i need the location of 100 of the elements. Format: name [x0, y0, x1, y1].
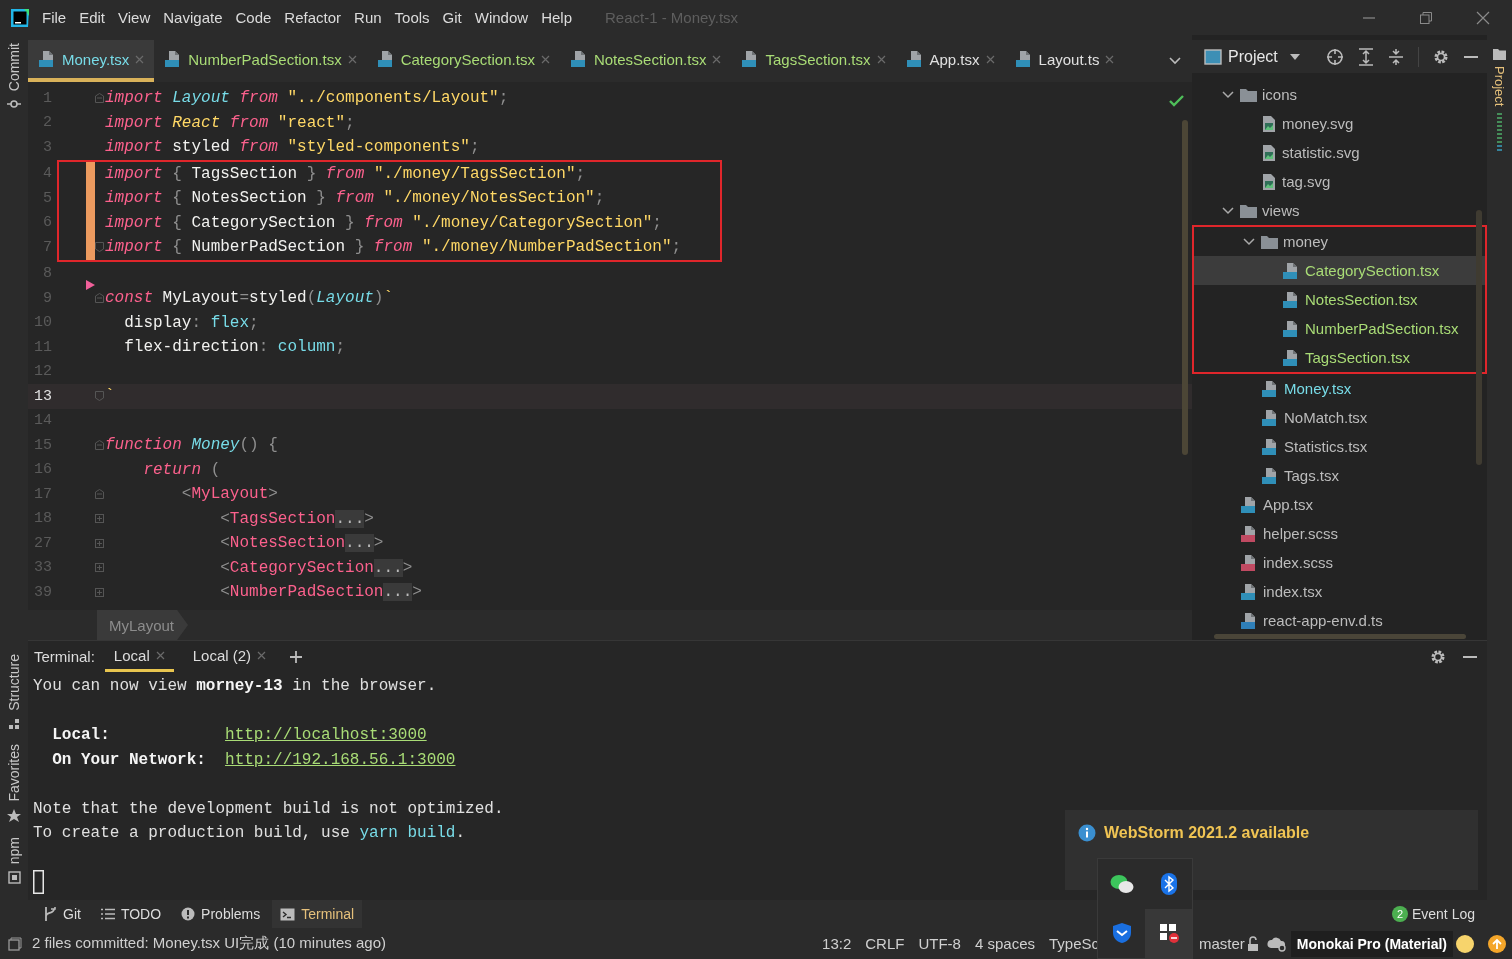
terminal-tab[interactable]: Local: [104, 641, 174, 672]
menu-item[interactable]: Navigate: [163, 9, 223, 26]
panel-toggle-icon[interactable]: [8, 936, 22, 951]
close-icon[interactable]: [257, 650, 267, 660]
tree-item[interactable]: NumberPadSection.tsx: [1194, 314, 1485, 343]
tree-item[interactable]: TagsSection.tsx: [1194, 343, 1485, 372]
close-icon[interactable]: [1476, 10, 1490, 25]
editor-tab[interactable]: Money.tsx: [28, 40, 155, 82]
chevron-down-icon[interactable]: [1222, 206, 1234, 215]
lock-icon[interactable]: [1246, 935, 1261, 952]
menu-item[interactable]: View: [118, 9, 151, 26]
fold-icon[interactable]: [95, 563, 104, 573]
terminal-tab[interactable]: Local (2): [183, 641, 276, 672]
menu-item[interactable]: Refactor: [284, 9, 342, 26]
scrollbar-thumb[interactable]: [1476, 210, 1482, 465]
status-item[interactable]: TypeSc: [1049, 935, 1099, 952]
close-icon[interactable]: [540, 54, 550, 64]
fold-icon[interactable]: [95, 293, 104, 304]
chevron-down-icon[interactable]: [1243, 237, 1255, 246]
status-item[interactable]: 13:2: [822, 935, 852, 952]
tree-item[interactable]: Tags.tsx: [1192, 461, 1484, 490]
tree-item[interactable]: index.scss: [1192, 548, 1484, 577]
upload-icon[interactable]: [1488, 934, 1506, 953]
menu-item[interactable]: Git: [442, 9, 462, 26]
close-icon[interactable]: [985, 54, 995, 64]
fold-icon[interactable]: [95, 538, 104, 548]
theme-label[interactable]: Monokai Pro (Material): [1290, 930, 1453, 957]
scrollbar-thumb[interactable]: [1182, 120, 1188, 455]
tool-window-button[interactable]: Git: [36, 900, 89, 928]
tree-item[interactable]: icons: [1192, 80, 1484, 109]
menu-item[interactable]: Code: [235, 9, 272, 26]
chat-bubbles-icon[interactable]: [1109, 873, 1134, 894]
tree-item[interactable]: NoMatch.tsx: [1192, 403, 1484, 432]
editor-tab[interactable]: App.tsx: [895, 40, 1005, 82]
tool-window-tab[interactable]: npm: [6, 836, 22, 864]
chevron-down-icon[interactable]: [1168, 56, 1182, 66]
editor-tab[interactable]: CategorySection.tsx: [366, 40, 560, 82]
event-log-button[interactable]: 2 Event Log: [1391, 900, 1487, 928]
tree-item[interactable]: react-app-env.d.ts: [1192, 606, 1484, 635]
tree-item[interactable]: views: [1192, 196, 1484, 225]
bluetooth-icon[interactable]: [1160, 872, 1177, 895]
close-icon[interactable]: [135, 54, 145, 64]
scrollbar-thumb[interactable]: [1214, 634, 1466, 639]
expand-all-icon[interactable]: [1358, 47, 1374, 66]
menu-item[interactable]: Window: [474, 9, 529, 26]
fold-icon[interactable]: [95, 587, 104, 597]
fold-icon[interactable]: [95, 440, 104, 451]
menu-item[interactable]: Edit: [79, 9, 106, 26]
close-icon[interactable]: [876, 54, 886, 64]
tree-item[interactable]: money: [1194, 227, 1485, 256]
fold-icon[interactable]: [95, 514, 104, 524]
close-icon[interactable]: [1105, 54, 1115, 64]
tree-item[interactable]: CategorySection.tsx: [1194, 256, 1485, 285]
fold-icon[interactable]: [95, 242, 104, 253]
fold-icon[interactable]: [95, 489, 104, 500]
tool-window-tab[interactable]: Project: [1492, 66, 1507, 107]
menu-item[interactable]: File: [42, 9, 67, 26]
collapse-all-icon[interactable]: [1388, 47, 1404, 66]
tree-item[interactable]: Money.tsx: [1192, 374, 1484, 403]
locate-icon[interactable]: [1326, 47, 1344, 66]
editor-tab[interactable]: NumberPadSection.tsx: [154, 40, 367, 82]
tree-item[interactable]: money.svg: [1192, 109, 1484, 138]
status-item[interactable]: 4 spaces: [974, 935, 1035, 952]
branch-label[interactable]: master: [1199, 935, 1245, 952]
panel-title[interactable]: Project: [1228, 47, 1278, 66]
restore-icon[interactable]: [1419, 10, 1433, 25]
editor-tab[interactable]: NotesSection.tsx: [559, 40, 732, 82]
tool-window-tab[interactable]: Commit: [6, 43, 22, 92]
close-icon[interactable]: [155, 650, 165, 660]
fold-icon[interactable]: [95, 93, 104, 104]
tree-item[interactable]: App.tsx: [1192, 490, 1484, 519]
cloud-icon[interactable]: [1266, 935, 1287, 952]
status-item[interactable]: CRLF: [865, 935, 905, 952]
tree-item[interactable]: helper.scss: [1192, 519, 1484, 548]
tool-window-tab[interactable]: Favorites: [6, 744, 22, 802]
tree-item[interactable]: Statistics.tsx: [1192, 432, 1484, 461]
chevron-down-icon[interactable]: [1222, 90, 1234, 99]
status-item[interactable]: UTF-8: [918, 935, 961, 952]
add-icon[interactable]: [289, 649, 304, 664]
close-icon[interactable]: [347, 54, 357, 64]
app-grid-icon[interactable]: [1157, 922, 1180, 945]
close-icon[interactable]: [712, 54, 722, 64]
settings-icon[interactable]: [1433, 48, 1449, 65]
menu-item[interactable]: Help: [541, 9, 572, 26]
tree-item[interactable]: index.tsx: [1192, 577, 1484, 606]
tool-window-tab[interactable]: Structure: [6, 654, 22, 712]
editor-tab[interactable]: TagsSection.tsx: [731, 40, 896, 82]
dropdown-caret-icon[interactable]: [1289, 53, 1300, 60]
tree-item[interactable]: statistic.svg: [1192, 138, 1484, 167]
tree-item[interactable]: NotesSection.tsx: [1194, 285, 1485, 314]
tool-window-button[interactable]: TODO: [92, 900, 170, 928]
settings-icon[interactable]: [1430, 648, 1446, 665]
tool-window-button[interactable]: Terminal: [272, 900, 363, 928]
menu-item[interactable]: Run: [354, 9, 382, 26]
terminal-link[interactable]: http://192.168.56.1:3000: [225, 750, 456, 769]
tree-item[interactable]: tag.svg: [1192, 167, 1484, 196]
terminal-link[interactable]: http://localhost:3000: [225, 726, 427, 744]
editor-tab[interactable]: Layout.ts: [1004, 40, 1125, 82]
menu-item[interactable]: Tools: [394, 9, 430, 26]
shield-icon[interactable]: [1111, 922, 1132, 945]
